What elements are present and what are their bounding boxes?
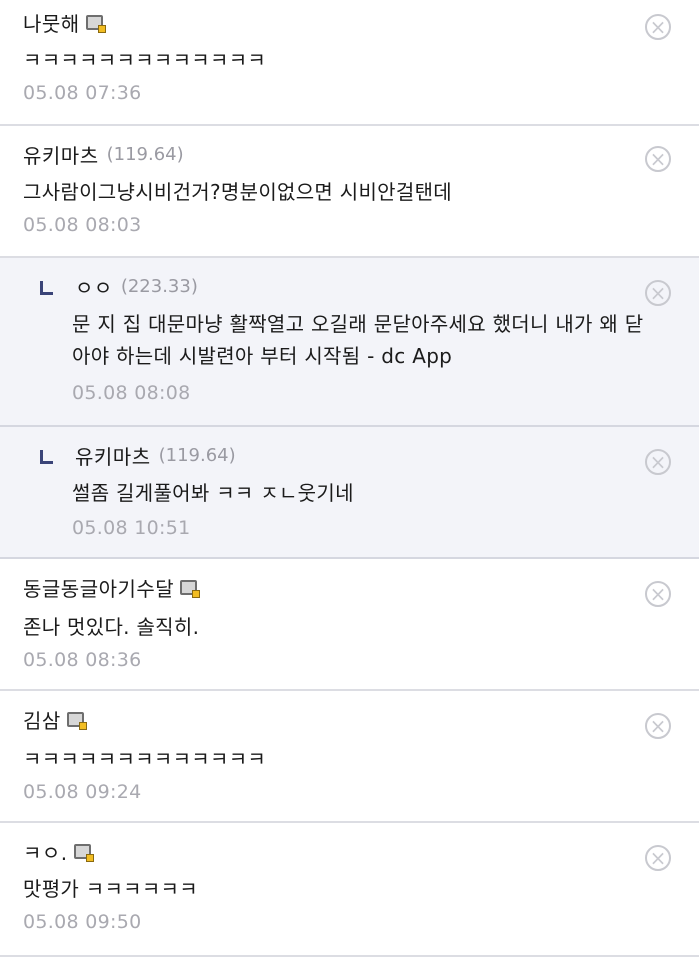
gallog-icon[interactable]: [73, 844, 94, 862]
comment-item: ㅋㅇ. 맛평가 ㅋㅋㅋㅋㅋㅋ 05.08 09:50 ×: [0, 823, 699, 957]
delete-button[interactable]: ×: [645, 146, 671, 172]
delete-button[interactable]: ×: [645, 14, 671, 40]
comment-header: ㅇㅇ (223.33): [40, 272, 198, 301]
delete-button[interactable]: ×: [645, 449, 671, 475]
author-nickname[interactable]: 동글동글아기수달: [23, 573, 174, 602]
comment-item: 나뭇해 ㅋㅋㅋㅋㅋㅋㅋㅋㅋㅋㅋㅋㅋ 05.08 07:36 ×: [0, 0, 699, 126]
comment-item: 동글동글아기수달 존나 멋있다. 솔직히. 05.08 08:36 ×: [0, 559, 699, 691]
author-nickname[interactable]: 나뭇해: [23, 8, 80, 37]
comment-date: 05.08 09:24: [23, 781, 142, 803]
delete-button[interactable]: ×: [645, 845, 671, 871]
comment-text: 문 지 집 대문마냥 활짝열고 오길래 문닫아주세요 했더니 내가 왜 닫아야 …: [72, 312, 644, 368]
comment-header: ㅋㅇ.: [23, 837, 94, 866]
circle-x-icon: ×: [649, 281, 667, 305]
author-nickname[interactable]: ㅇㅇ: [75, 272, 113, 301]
author-nickname[interactable]: 유키마츠: [23, 140, 99, 169]
comment-date: 05.08 08:08: [72, 382, 191, 404]
author-nickname[interactable]: 유키마츠: [75, 441, 151, 470]
delete-button[interactable]: ×: [645, 713, 671, 739]
comment-date: 05.08 07:36: [23, 82, 142, 104]
author-ip: (119.64): [106, 144, 184, 165]
comment-text: 맛평가 ㅋㅋㅋㅋㅋㅋ: [23, 877, 198, 901]
gallog-icon[interactable]: [66, 712, 87, 730]
circle-x-icon: ×: [649, 846, 667, 870]
comment-header: 동글동글아기수달: [23, 573, 201, 602]
circle-x-icon: ×: [649, 714, 667, 738]
circle-x-icon: ×: [649, 147, 667, 171]
reply-item: 유키마츠 (119.64) 썰좀 길게풀어봐 ㅋㅋ ㅈㄴ웃기네 05.08 10…: [0, 427, 699, 559]
comment-text: 썰좀 길게풀어봐 ㅋㅋ ㅈㄴ웃기네: [72, 481, 354, 505]
author-nickname[interactable]: 김삼: [23, 705, 61, 734]
comment-header: 유키마츠 (119.64): [40, 441, 236, 470]
delete-button[interactable]: ×: [645, 581, 671, 607]
reply-item: ㅇㅇ (223.33) 문 지 집 대문마냥 활짝열고 오길래 문닫아주세요 했…: [0, 258, 699, 427]
author-nickname[interactable]: ㅋㅇ.: [23, 837, 68, 866]
comment-date: 05.08 08:03: [23, 214, 142, 236]
delete-button[interactable]: ×: [645, 280, 671, 306]
comment-date: 05.08 10:51: [72, 517, 191, 539]
comment-text: ㅋㅋㅋㅋㅋㅋㅋㅋㅋㅋㅋㅋㅋ: [23, 747, 267, 771]
comment-text: 존나 멋있다. 솔직히.: [23, 615, 200, 639]
comment-date: 05.08 08:36: [23, 649, 142, 671]
comment-item: 김삼 ㅋㅋㅋㅋㅋㅋㅋㅋㅋㅋㅋㅋㅋ 05.08 09:24 ×: [0, 691, 699, 823]
circle-x-icon: ×: [649, 15, 667, 39]
author-ip: (223.33): [120, 276, 198, 297]
comment-text: 그사람이그냥시비건거?명분이없으면 시비안걸탠데: [23, 180, 452, 204]
comment-item: 유키마츠 (119.64) 그사람이그냥시비건거?명분이없으면 시비안걸탠데 0…: [0, 126, 699, 258]
comment-list: 나뭇해 ㅋㅋㅋㅋㅋㅋㅋㅋㅋㅋㅋㅋㅋ 05.08 07:36 × 유키마츠 (11…: [0, 0, 699, 957]
comment-header: 나뭇해: [23, 8, 106, 37]
gallog-icon[interactable]: [85, 15, 106, 33]
author-ip: (119.64): [158, 445, 236, 466]
reply-arrow-icon: [40, 280, 53, 295]
comment-header: 유키마츠 (119.64): [23, 140, 184, 169]
gallog-icon[interactable]: [180, 580, 201, 598]
circle-x-icon: ×: [649, 582, 667, 606]
comment-text: ㅋㅋㅋㅋㅋㅋㅋㅋㅋㅋㅋㅋㅋ: [23, 48, 267, 72]
comment-header: 김삼: [23, 705, 87, 734]
reply-arrow-icon: [40, 449, 53, 464]
circle-x-icon: ×: [649, 450, 667, 474]
comment-date: 05.08 09:50: [23, 911, 142, 933]
